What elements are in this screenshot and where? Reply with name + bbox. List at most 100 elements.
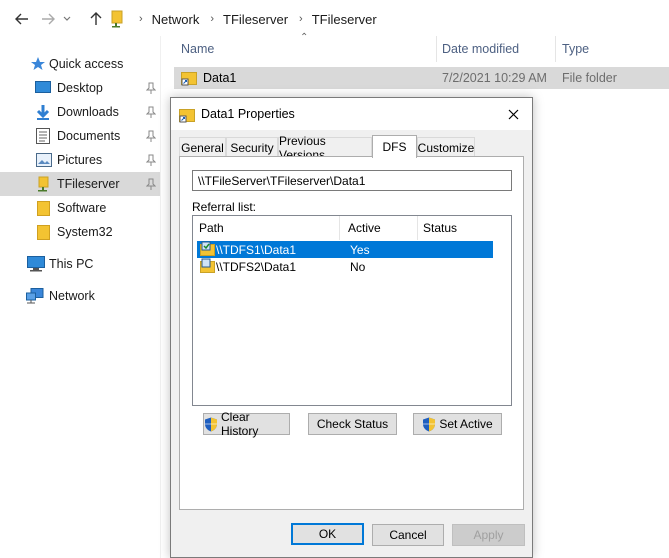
dialog-title: Data1 Properties <box>201 107 295 121</box>
column-header-name[interactable]: Name <box>181 36 214 62</box>
sidebar-item-quick-access[interactable]: Quick access <box>0 52 160 76</box>
sidebar-item-label: System32 <box>57 225 113 239</box>
tab-dfs[interactable]: DFS <box>372 135 417 158</box>
close-icon <box>508 109 518 119</box>
star-icon <box>30 56 46 72</box>
sidebar-item-label: TFileserver <box>57 177 120 191</box>
list-column-path[interactable]: Path <box>193 216 339 240</box>
pin-icon <box>146 106 156 118</box>
breadcrumb-item-network[interactable]: Network <box>152 12 200 27</box>
file-row-data1[interactable]: Data1 7/2/2021 10:29 AM File folder <box>174 67 669 89</box>
folder-shortcut-icon <box>179 107 195 126</box>
sidebar-item-label: Desktop <box>57 81 103 95</box>
referral-row[interactable]: \\TDFS2\Data1 No <box>197 258 493 275</box>
ok-button[interactable]: OK <box>291 523 364 545</box>
location-icon <box>111 10 125 31</box>
chevron-right-icon: › <box>210 13 215 25</box>
documents-icon <box>36 128 50 144</box>
desktop-icon <box>35 81 51 95</box>
navigation-bar: › Network › TFileserver › TFileserver <box>0 0 669 36</box>
file-type: File folder <box>562 71 617 85</box>
dfs-tab-panel: \\TFileServer\TFileserver\Data1 Referral… <box>179 156 524 510</box>
folder-shortcut-icon <box>181 70 197 89</box>
check-status-button[interactable]: Check Status <box>308 413 397 435</box>
referral-list[interactable]: Path Active Status \\TDFS1\Data1 Yes \\T… <box>192 215 512 406</box>
sidebar-item-this-pc[interactable]: This PC <box>0 252 160 276</box>
breadcrumb-item-tfileserver-share[interactable]: TFileserver <box>312 12 377 27</box>
download-icon <box>36 104 50 120</box>
pin-icon <box>146 178 156 190</box>
clear-history-label: Clear History <box>221 410 259 438</box>
list-column-status[interactable]: Status <box>417 216 497 240</box>
sidebar-item-label: Software <box>57 201 107 215</box>
uac-shield-icon <box>204 417 218 432</box>
sidebar-item-network[interactable]: Network <box>0 284 160 308</box>
chevron-down-icon <box>63 16 71 21</box>
set-active-button[interactable]: Set Active <box>413 413 502 435</box>
sidebar-item-label: Pictures <box>57 153 103 167</box>
breadcrumb: › Network › TFileserver › TFileserver <box>128 9 377 29</box>
set-active-label: Set Active <box>439 417 493 431</box>
sidebar-divider <box>160 36 161 558</box>
sidebar-item-desktop[interactable]: Desktop <box>0 76 160 100</box>
sidebar-item-software[interactable]: Software <box>0 196 160 220</box>
list-column-active[interactable]: Active <box>342 216 416 240</box>
sidebar-item-pictures[interactable]: Pictures <box>0 148 160 172</box>
tab-general[interactable]: General <box>179 137 226 157</box>
dfs-path-field[interactable]: \\TFileServer\TFileserver\Data1 <box>192 170 512 191</box>
chevron-right-icon: › <box>299 13 303 25</box>
column-header-type[interactable]: Type <box>562 36 589 62</box>
sidebar-item-label: Documents <box>57 129 121 143</box>
sidebar-item-system32[interactable]: System32 <box>0 220 160 244</box>
back-button[interactable] <box>12 9 32 29</box>
sidebar-item-label: Downloads <box>57 105 119 119</box>
network-folder-icon <box>38 176 50 192</box>
tab-customize[interactable]: Customize <box>417 137 475 157</box>
file-name: Data1 <box>203 71 237 85</box>
arrow-right-icon <box>42 13 55 25</box>
referral-list-label: Referral list: <box>192 200 257 214</box>
pin-icon <box>146 154 156 166</box>
sidebar-item-tfileserver[interactable]: TFileserver <box>0 172 160 196</box>
computer-icon <box>27 256 45 272</box>
referral-path: \\TDFS1\Data1 <box>216 243 297 257</box>
column-header-date-modified[interactable]: Date modified <box>442 36 519 62</box>
clear-history-button[interactable]: Clear History <box>203 410 290 438</box>
dialog-title-bar[interactable]: Data1 Properties <box>171 98 532 130</box>
recent-locations-button[interactable] <box>60 9 74 29</box>
column-separator[interactable] <box>555 36 556 62</box>
sidebar-item-label: Network <box>49 289 95 303</box>
properties-dialog: Data1 Properties General Security Previo… <box>170 97 533 558</box>
up-button[interactable] <box>86 9 106 29</box>
referral-path: \\TDFS2\Data1 <box>216 260 297 274</box>
apply-button[interactable]: Apply <box>452 524 525 546</box>
breadcrumb-item-tfileserver-host[interactable]: TFileserver <box>223 12 288 27</box>
cancel-button[interactable]: Cancel <box>372 524 444 546</box>
pin-icon <box>146 82 156 94</box>
sort-ascending-icon: ⌃ <box>300 32 309 43</box>
tab-security[interactable]: Security <box>226 137 278 157</box>
referral-active: Yes <box>350 243 370 257</box>
sidebar-item-label: Quick access <box>49 57 124 71</box>
chevron-right-icon: › <box>139 13 143 25</box>
close-button[interactable] <box>500 102 526 126</box>
uac-shield-icon <box>422 417 436 432</box>
referral-row[interactable]: \\TDFS1\Data1 Yes <box>197 241 493 258</box>
sidebar-item-documents[interactable]: Documents <box>0 124 160 148</box>
arrow-left-icon <box>15 13 28 25</box>
column-separator[interactable] <box>339 216 340 240</box>
arrow-up-icon <box>90 12 102 25</box>
server-share-icon <box>200 258 216 277</box>
sidebar-item-label: This PC <box>49 257 94 271</box>
folder-icon <box>37 225 50 240</box>
navigation-pane: Quick access Desktop Downloads Documents… <box>0 36 160 558</box>
column-separator[interactable] <box>436 36 437 62</box>
pictures-icon <box>36 153 52 167</box>
pin-icon <box>146 130 156 142</box>
tab-previous-versions[interactable]: Previous Versions <box>278 134 372 162</box>
sidebar-item-downloads[interactable]: Downloads <box>0 100 160 124</box>
referral-active: No <box>350 260 366 274</box>
file-date-modified: 7/2/2021 10:29 AM <box>442 71 547 85</box>
network-icon <box>26 288 44 304</box>
forward-button[interactable] <box>38 9 58 29</box>
